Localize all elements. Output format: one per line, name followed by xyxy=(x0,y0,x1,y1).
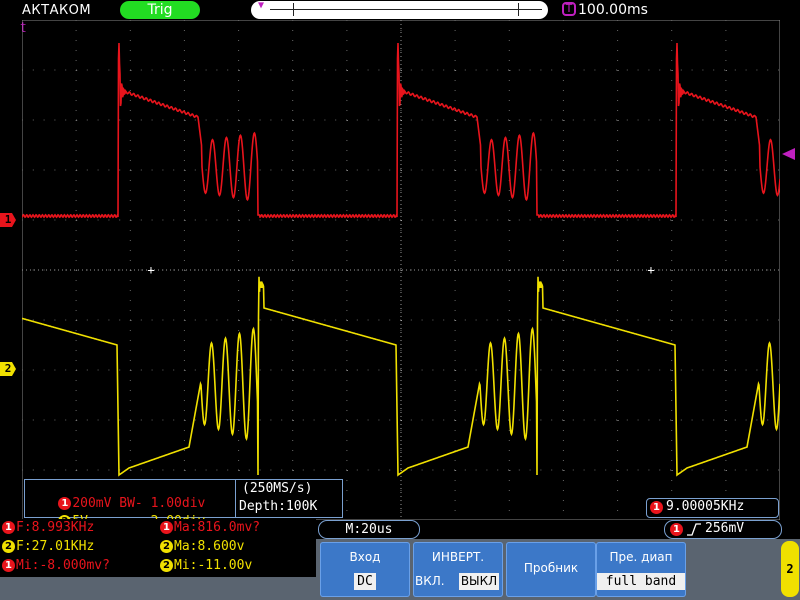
probe-label: Пробник xyxy=(523,561,579,575)
rising-edge-icon xyxy=(687,523,701,536)
measurement-channel-badge: 1 xyxy=(160,521,173,534)
ch2-offset-marker[interactable]: 2 xyxy=(0,362,16,376)
main-timebase-pill: M:20us xyxy=(318,520,420,539)
memory-depth: Depth:100K xyxy=(239,499,318,514)
waveform-display: + + xyxy=(22,20,780,520)
invert-option-off[interactable]: ВЫКЛ xyxy=(459,573,499,590)
measurement-item: 2 Mi:-11.00v xyxy=(160,558,252,573)
bandwidth-label: Пре. диап xyxy=(609,550,673,564)
measurement-channel-badge: 2 xyxy=(160,559,173,572)
trigger-channel-badge: 1 xyxy=(670,523,683,536)
bandwidth-value: full band xyxy=(597,573,685,590)
channel-info-panel: 1200mV BW- 1.00div 25V- -2.00div xyxy=(24,479,236,529)
frequency-counter: 1 9.00005KHz xyxy=(646,498,779,518)
trigger-status-badge: Trig xyxy=(120,1,200,19)
trigger-info-pill: 1 256mV xyxy=(664,520,782,539)
coupling-value: DC xyxy=(354,573,376,590)
measurement-item: 2 Ma:8.600v xyxy=(160,539,244,554)
timebase-icon: T xyxy=(562,2,576,16)
memory-window-left-bracket xyxy=(293,3,297,16)
trigger-position-pointer-icon: ▼ xyxy=(258,0,265,11)
svg-text:+: + xyxy=(647,263,654,277)
svg-text:+: + xyxy=(147,263,154,277)
invert-label: ИНВЕРТ. xyxy=(431,550,485,564)
memory-track-line xyxy=(270,9,542,10)
brand-label: АКТАКОМ xyxy=(22,3,92,18)
invert-option-on[interactable]: ВКЛ. xyxy=(415,573,445,590)
sample-rate: (250MS/s) xyxy=(242,481,313,496)
measurement-text: F:8.993KHz xyxy=(16,520,95,535)
measurement-item: 1 Mi:-8.000mv? xyxy=(2,558,110,573)
measurement-text: Ma:816.0mv? xyxy=(174,520,261,535)
bandwidth-menu-button[interactable]: Пре. диап full band xyxy=(596,542,686,597)
frequency-value: 9.00005KHz xyxy=(666,499,745,514)
measurement-text: Ma:8.600v xyxy=(174,539,245,554)
acquisition-info-panel: (250MS/s) Depth:100K xyxy=(235,479,343,518)
measurement-text: Mi:-11.00v xyxy=(174,558,253,573)
measurement-channel-badge: 2 xyxy=(160,540,173,553)
ch1-offset-marker[interactable]: 1 xyxy=(0,213,16,227)
active-channel-indicator[interactable]: 2 xyxy=(781,541,799,597)
measurement-channel-badge: 1 xyxy=(2,559,15,572)
probe-menu-button[interactable]: Пробник xyxy=(506,542,596,597)
timebase-value: 100.00ms xyxy=(578,2,648,18)
invert-menu-button[interactable]: ИНВЕРТ. ВКЛ. ВЫКЛ xyxy=(413,542,503,597)
coupling-label: Вход xyxy=(349,550,381,564)
measurements-panel: 1 F:8.993KHz 1 Ma:816.0mv? 2 F:27.01KHz 2 Ma… xyxy=(0,519,316,577)
freq-channel-badge: 1 xyxy=(650,501,663,514)
measurement-text: Mi:-8.000mv? xyxy=(16,558,110,573)
trigger-time-marker-icon: ʈ xyxy=(20,20,27,33)
measurement-channel-badge: 1 xyxy=(2,521,15,534)
measurement-item: 1 F:8.993KHz xyxy=(2,520,94,535)
measurement-item: 1 Ma:816.0mv? xyxy=(160,520,260,535)
trigger-level-marker-icon[interactable] xyxy=(782,148,795,160)
memory-window-right-bracket xyxy=(515,3,519,16)
measurement-item: 2 F:27.01KHz xyxy=(2,539,94,554)
measurement-channel-badge: 2 xyxy=(2,540,15,553)
coupling-menu-button[interactable]: Вход DC xyxy=(320,542,410,597)
measurement-text: F:27.01KHz xyxy=(16,539,95,554)
trigger-level: 256mV xyxy=(705,521,745,536)
